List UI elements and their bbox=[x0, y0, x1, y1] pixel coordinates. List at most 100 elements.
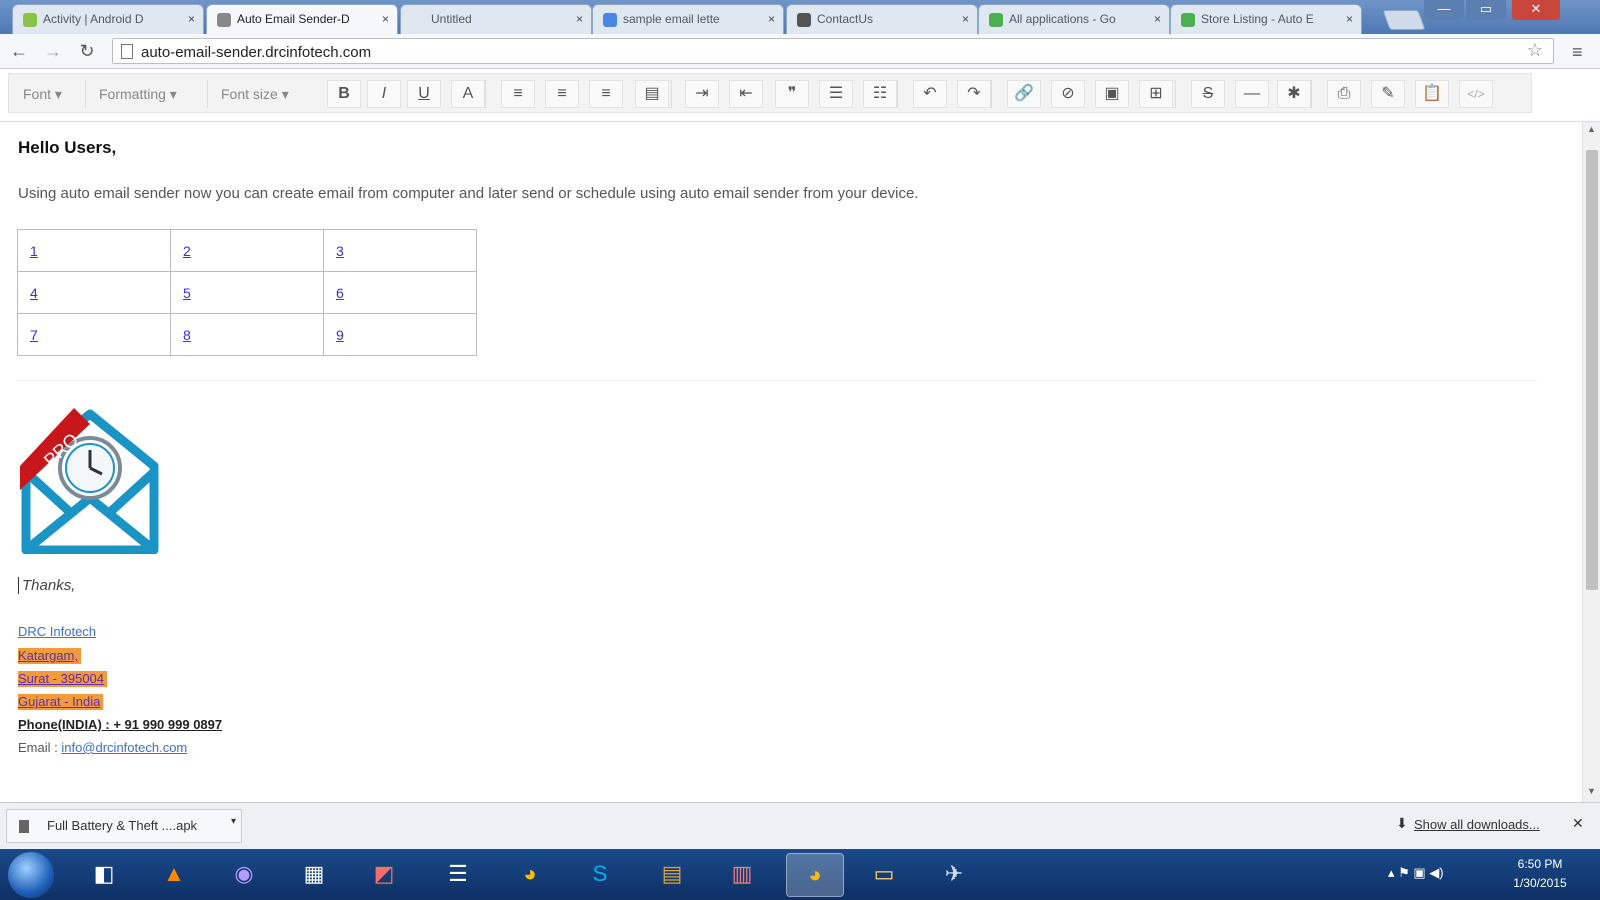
table-cell-link[interactable]: 3 bbox=[336, 243, 344, 259]
table-cell-link[interactable]: 6 bbox=[336, 285, 344, 301]
scrollbar-thumb[interactable] bbox=[1586, 150, 1598, 590]
browser-tab[interactable]: Activity | Android D × bbox=[12, 4, 204, 34]
redo-button[interactable]: ↷ bbox=[957, 80, 991, 108]
browser-tab[interactable]: ContactUs × bbox=[786, 4, 978, 34]
table-cell-link[interactable]: 7 bbox=[30, 327, 38, 343]
bold-button[interactable]: B bbox=[327, 80, 361, 108]
download-menu-arrow-icon[interactable]: ▾ bbox=[231, 816, 236, 827]
link-button[interactable]: 🔗 bbox=[1007, 80, 1041, 108]
browser-tab[interactable]: Auto Email Sender-D × bbox=[206, 4, 398, 34]
paste-button[interactable]: 📋 bbox=[1415, 80, 1449, 108]
clear-format-button[interactable]: ✎ bbox=[1371, 80, 1405, 108]
browser-tab[interactable]: sample email lette × bbox=[592, 4, 784, 34]
taskbar-app-icon[interactable]: ☰ bbox=[430, 853, 486, 895]
toolbar-separator bbox=[671, 80, 672, 108]
reload-button[interactable]: ↻ bbox=[76, 40, 98, 62]
scroll-up-icon[interactable]: ▲ bbox=[1587, 124, 1596, 134]
browser-tab[interactable]: All applications - Go × bbox=[978, 4, 1170, 34]
tab-close-icon[interactable]: × bbox=[962, 5, 969, 33]
new-tab-button[interactable] bbox=[1382, 10, 1426, 30]
italic-button[interactable]: I bbox=[367, 80, 401, 108]
close-download-shelf-icon[interactable]: ✕ bbox=[1572, 815, 1584, 832]
align-right-button[interactable]: ≡ bbox=[589, 80, 623, 108]
formatting-dropdown[interactable]: Formatting ▾ bbox=[99, 82, 177, 106]
chrome-icon[interactable]: ◕ bbox=[502, 853, 558, 895]
table-cell-link[interactable]: 5 bbox=[183, 285, 191, 301]
source-button[interactable]: </> bbox=[1459, 80, 1493, 108]
print-button[interactable]: ⎙ bbox=[1327, 80, 1361, 108]
table-cell: 1 bbox=[17, 229, 171, 272]
omnibox[interactable]: ☆ bbox=[112, 38, 1554, 64]
back-button[interactable]: ← bbox=[8, 40, 30, 62]
align-center-button[interactable]: ≡ bbox=[545, 80, 579, 108]
unordered-list-button[interactable]: ☷ bbox=[863, 80, 897, 108]
table-cell-link[interactable]: 9 bbox=[336, 327, 344, 343]
editor-content[interactable]: Hello Users, Using auto email sender now… bbox=[0, 122, 1582, 802]
chrome-menu-icon[interactable]: ≡ bbox=[1572, 42, 1583, 63]
forward-button[interactable]: → bbox=[42, 40, 64, 62]
taskbar-app-icon[interactable]: ▤ bbox=[644, 853, 700, 895]
image-button[interactable]: ▣ bbox=[1095, 80, 1129, 108]
table-cell-link[interactable]: 4 bbox=[30, 285, 38, 301]
system-tray[interactable]: ▴ ⚑ ▣ ◀) bbox=[1388, 865, 1444, 881]
justify-button[interactable]: ▤ bbox=[635, 80, 669, 108]
taskbar-app-icon[interactable]: ◩ bbox=[356, 853, 412, 895]
horizontal-rule-button[interactable]: — bbox=[1235, 80, 1269, 108]
chrome-icon[interactable]: ◕ bbox=[786, 853, 844, 897]
vertical-scrollbar[interactable]: ▲ ▼ bbox=[1582, 122, 1600, 802]
table-row: 1 2 3 bbox=[17, 229, 477, 272]
table-cell-link[interactable]: 8 bbox=[183, 327, 191, 343]
scroll-down-icon[interactable]: ▼ bbox=[1587, 786, 1596, 796]
file-explorer-icon[interactable]: ▭ bbox=[856, 853, 912, 895]
browser-tab[interactable]: Untitled × bbox=[400, 4, 592, 34]
bookmark-star-icon[interactable]: ☆ bbox=[1527, 40, 1543, 61]
tab-close-icon[interactable]: × bbox=[576, 5, 583, 33]
vlc-icon[interactable]: ▲ bbox=[146, 853, 202, 895]
windows-taskbar: ◧ ▲ ◉ ▦ ◩ ☰ ◕ S ▤ ▥ ◕ ▭ ✈ ▴ ⚑ ▣ ◀) 6:50 … bbox=[0, 849, 1600, 900]
tab-close-icon[interactable]: × bbox=[1154, 5, 1161, 33]
strikethrough-button[interactable]: S bbox=[1191, 80, 1225, 108]
table-button[interactable]: ⊞ bbox=[1139, 80, 1173, 108]
show-all-downloads-link[interactable]: Show all downloads... bbox=[1414, 817, 1540, 832]
tab-close-icon[interactable]: × bbox=[1346, 5, 1353, 33]
font-dropdown[interactable]: Font ▾ bbox=[23, 82, 62, 106]
browser-tab[interactable]: Store Listing - Auto E × bbox=[1170, 4, 1362, 34]
taskbar-app-icon[interactable]: ◧ bbox=[76, 853, 132, 895]
ordered-list-button[interactable]: ☰ bbox=[819, 80, 853, 108]
align-left-button[interactable]: ≡ bbox=[501, 80, 535, 108]
table-cell: 3 bbox=[323, 229, 477, 272]
unlink-button[interactable]: ⊘ bbox=[1051, 80, 1085, 108]
underline-button[interactable]: U bbox=[407, 80, 441, 108]
undo-button[interactable]: ↶ bbox=[913, 80, 947, 108]
window-maximize-button[interactable]: ▭ bbox=[1466, 0, 1506, 20]
download-item[interactable]: Full Battery & Theft ....apk ▾ bbox=[6, 809, 242, 843]
taskbar-app-icon[interactable]: ◉ bbox=[216, 853, 272, 895]
font-size-dropdown[interactable]: Font size ▾ bbox=[221, 82, 289, 106]
taskbar-app-icon[interactable]: ✈ bbox=[926, 853, 982, 895]
tab-close-icon[interactable]: × bbox=[768, 5, 775, 33]
winrar-icon[interactable]: ▥ bbox=[714, 853, 770, 895]
taskbar-clock[interactable]: 6:50 PM 1/30/2015 bbox=[1500, 855, 1580, 893]
email-link[interactable]: info@drcinfotech.com bbox=[61, 740, 187, 755]
taskbar-app-icon[interactable]: ▦ bbox=[286, 853, 342, 895]
table-cell-link[interactable]: 2 bbox=[183, 243, 191, 259]
special-char-button[interactable]: ✱ bbox=[1277, 80, 1311, 108]
url-input[interactable] bbox=[139, 41, 1503, 63]
skype-icon[interactable]: S bbox=[572, 853, 628, 895]
editor-toolbar: Font ▾ Formatting ▾ Font size ▾ B I U A ≡ ≡ ≡ ▤… bbox=[0, 69, 1600, 123]
table-row: 7 8 9 bbox=[17, 313, 477, 356]
tab-title: ContactUs bbox=[817, 12, 874, 26]
table-cell: 6 bbox=[323, 271, 477, 314]
tab-close-icon[interactable]: × bbox=[188, 5, 195, 33]
start-button-icon[interactable] bbox=[8, 852, 54, 898]
window-close-button[interactable]: ✕ bbox=[1512, 0, 1560, 20]
outdent-button[interactable]: ⇤ bbox=[729, 80, 763, 108]
window-minimize-button[interactable]: — bbox=[1424, 0, 1464, 20]
table-cell-link[interactable]: 1 bbox=[30, 243, 38, 259]
tab-close-icon[interactable]: × bbox=[382, 5, 389, 33]
toolbar-separator bbox=[991, 80, 992, 108]
indent-button[interactable]: ⇥ bbox=[685, 80, 719, 108]
blockquote-button[interactable]: ❞ bbox=[775, 80, 809, 108]
font-color-button[interactable]: A bbox=[451, 80, 485, 108]
company-link[interactable]: DRC Infotech bbox=[18, 624, 96, 640]
